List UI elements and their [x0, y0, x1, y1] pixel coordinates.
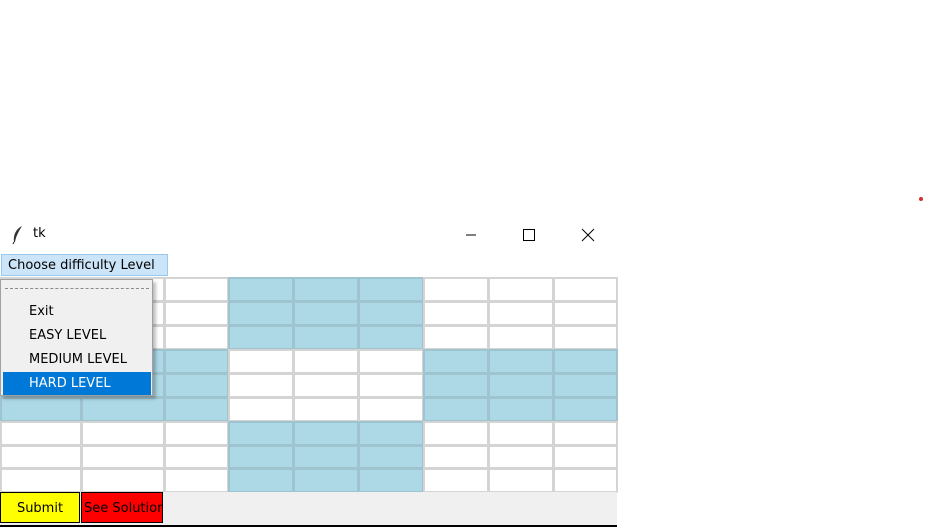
grid-cell-r2-c3[interactable]: [164, 301, 229, 326]
see-solution-button[interactable]: See Solution: [81, 492, 163, 523]
grid-cell-r3-c3[interactable]: [164, 325, 229, 350]
grid-cell-r1-c9[interactable]: [553, 277, 618, 302]
grid-cell-r7-c2[interactable]: [81, 421, 165, 446]
grid-cell-r8-c5[interactable]: [293, 445, 359, 469]
grid-cell-r8-c3[interactable]: [164, 445, 229, 469]
grid-cell-r8-c9[interactable]: [553, 445, 618, 469]
difficulty-dropdown-menu: Exit EASY LEVEL MEDIUM LEVEL HARD LEVEL: [0, 279, 153, 396]
grid-cell-r6-c9[interactable]: [553, 397, 618, 422]
grid-cell-r8-c6[interactable]: [358, 445, 424, 469]
grid-cell-r1-c6[interactable]: [358, 277, 424, 302]
grid-cell-r3-c4[interactable]: [228, 325, 294, 350]
grid-cell-r6-c8[interactable]: [488, 397, 554, 422]
grid-cell-r2-c4[interactable]: [228, 301, 294, 326]
grid-cell-r1-c4[interactable]: [228, 277, 294, 302]
grid-cell-r1-c3[interactable]: [164, 277, 229, 302]
grid-cell-r9-c7[interactable]: [423, 468, 489, 493]
grid-cell-r8-c8[interactable]: [488, 445, 554, 469]
grid-cell-r8-c7[interactable]: [423, 445, 489, 469]
grid-cell-r5-c5[interactable]: [293, 373, 359, 398]
grid-cell-r9-c2[interactable]: [81, 468, 165, 493]
menu-item-hard-level[interactable]: HARD LEVEL: [3, 372, 151, 395]
grid-cell-r7-c1[interactable]: [0, 421, 82, 446]
grid-cell-r3-c5[interactable]: [293, 325, 359, 350]
window-title: tk: [33, 226, 46, 241]
grid-cell-r1-c8[interactable]: [488, 277, 554, 302]
menu-item-exit[interactable]: Exit: [3, 300, 151, 323]
grid-cell-r9-c3[interactable]: [164, 468, 229, 493]
grid-cell-r3-c8[interactable]: [488, 325, 554, 350]
grid-cell-r8-c4[interactable]: [228, 445, 294, 469]
grid-cell-r5-c4[interactable]: [228, 373, 294, 398]
grid-cell-r5-c6[interactable]: [358, 373, 424, 398]
grid-cell-r6-c5[interactable]: [293, 397, 359, 422]
grid-cell-r5-c9[interactable]: [553, 373, 618, 398]
menu-tearoff-line[interactable]: [5, 288, 149, 289]
grid-cell-r9-c6[interactable]: [358, 468, 424, 493]
grid-cell-r9-c8[interactable]: [488, 468, 554, 493]
menu-bar: Choose difficulty Level: [0, 250, 617, 277]
app-window: tk Choose difficulty Level Submit See So…: [0, 220, 618, 527]
grid-cell-r2-c5[interactable]: [293, 301, 359, 326]
grid-cell-r2-c8[interactable]: [488, 301, 554, 326]
grid-cell-r9-c1[interactable]: [0, 468, 82, 493]
grid-cell-r9-c4[interactable]: [228, 468, 294, 493]
grid-cell-r7-c3[interactable]: [164, 421, 229, 446]
bottom-bar: Submit See Solution: [0, 492, 617, 527]
close-icon: [581, 228, 595, 242]
grid-cell-r2-c7[interactable]: [423, 301, 489, 326]
title-bar: tk: [0, 220, 617, 250]
grid-cell-r4-c5[interactable]: [293, 349, 359, 374]
menu-item-medium-level[interactable]: MEDIUM LEVEL: [3, 348, 151, 371]
grid-cell-r6-c3[interactable]: [164, 397, 229, 422]
grid-cell-r6-c6[interactable]: [358, 397, 424, 422]
grid-cell-r4-c6[interactable]: [358, 349, 424, 374]
feather-icon: [12, 226, 22, 245]
grid-cell-r8-c1[interactable]: [0, 445, 82, 469]
grid-cell-r3-c6[interactable]: [358, 325, 424, 350]
grid-cell-r4-c4[interactable]: [228, 349, 294, 374]
grid-cell-r1-c7[interactable]: [423, 277, 489, 302]
difficulty-menu-button[interactable]: Choose difficulty Level: [1, 254, 168, 276]
menu-item-easy-level[interactable]: EASY LEVEL: [3, 324, 151, 347]
grid-cell-r6-c1[interactable]: [0, 397, 82, 422]
grid-cell-r4-c8[interactable]: [488, 349, 554, 374]
grid-cell-r7-c5[interactable]: [293, 421, 359, 446]
grid-cell-r5-c8[interactable]: [488, 373, 554, 398]
grid-cell-r6-c4[interactable]: [228, 397, 294, 422]
grid-cell-r3-c9[interactable]: [553, 325, 618, 350]
grid-cell-r7-c8[interactable]: [488, 421, 554, 446]
grid-cell-r7-c7[interactable]: [423, 421, 489, 446]
grid-cell-r2-c9[interactable]: [553, 301, 618, 326]
grid-cell-r8-c2[interactable]: [81, 445, 165, 469]
grid-cell-r2-c6[interactable]: [358, 301, 424, 326]
grid-cell-r9-c5[interactable]: [293, 468, 359, 493]
minimize-icon: [466, 234, 476, 236]
grid-cell-r3-c7[interactable]: [423, 325, 489, 350]
grid-cell-r5-c3[interactable]: [164, 373, 229, 398]
minimize-button[interactable]: [442, 220, 500, 250]
grid-cell-r5-c7[interactable]: [423, 373, 489, 398]
maximize-icon: [523, 229, 535, 241]
grid-cell-r6-c7[interactable]: [423, 397, 489, 422]
grid-cell-r9-c9[interactable]: [553, 468, 618, 493]
grid-cell-r4-c7[interactable]: [423, 349, 489, 374]
red-dot: [919, 197, 923, 201]
maximize-button[interactable]: [500, 220, 558, 250]
grid-cell-r1-c5[interactable]: [293, 277, 359, 302]
submit-button[interactable]: Submit: [0, 492, 80, 523]
grid-cell-r7-c4[interactable]: [228, 421, 294, 446]
close-button[interactable]: [559, 220, 617, 250]
grid-cell-r7-c9[interactable]: [553, 421, 618, 446]
grid-cell-r4-c3[interactable]: [164, 349, 229, 374]
grid-cell-r4-c9[interactable]: [553, 349, 618, 374]
grid-cell-r6-c2[interactable]: [81, 397, 165, 422]
grid-cell-r7-c6[interactable]: [358, 421, 424, 446]
